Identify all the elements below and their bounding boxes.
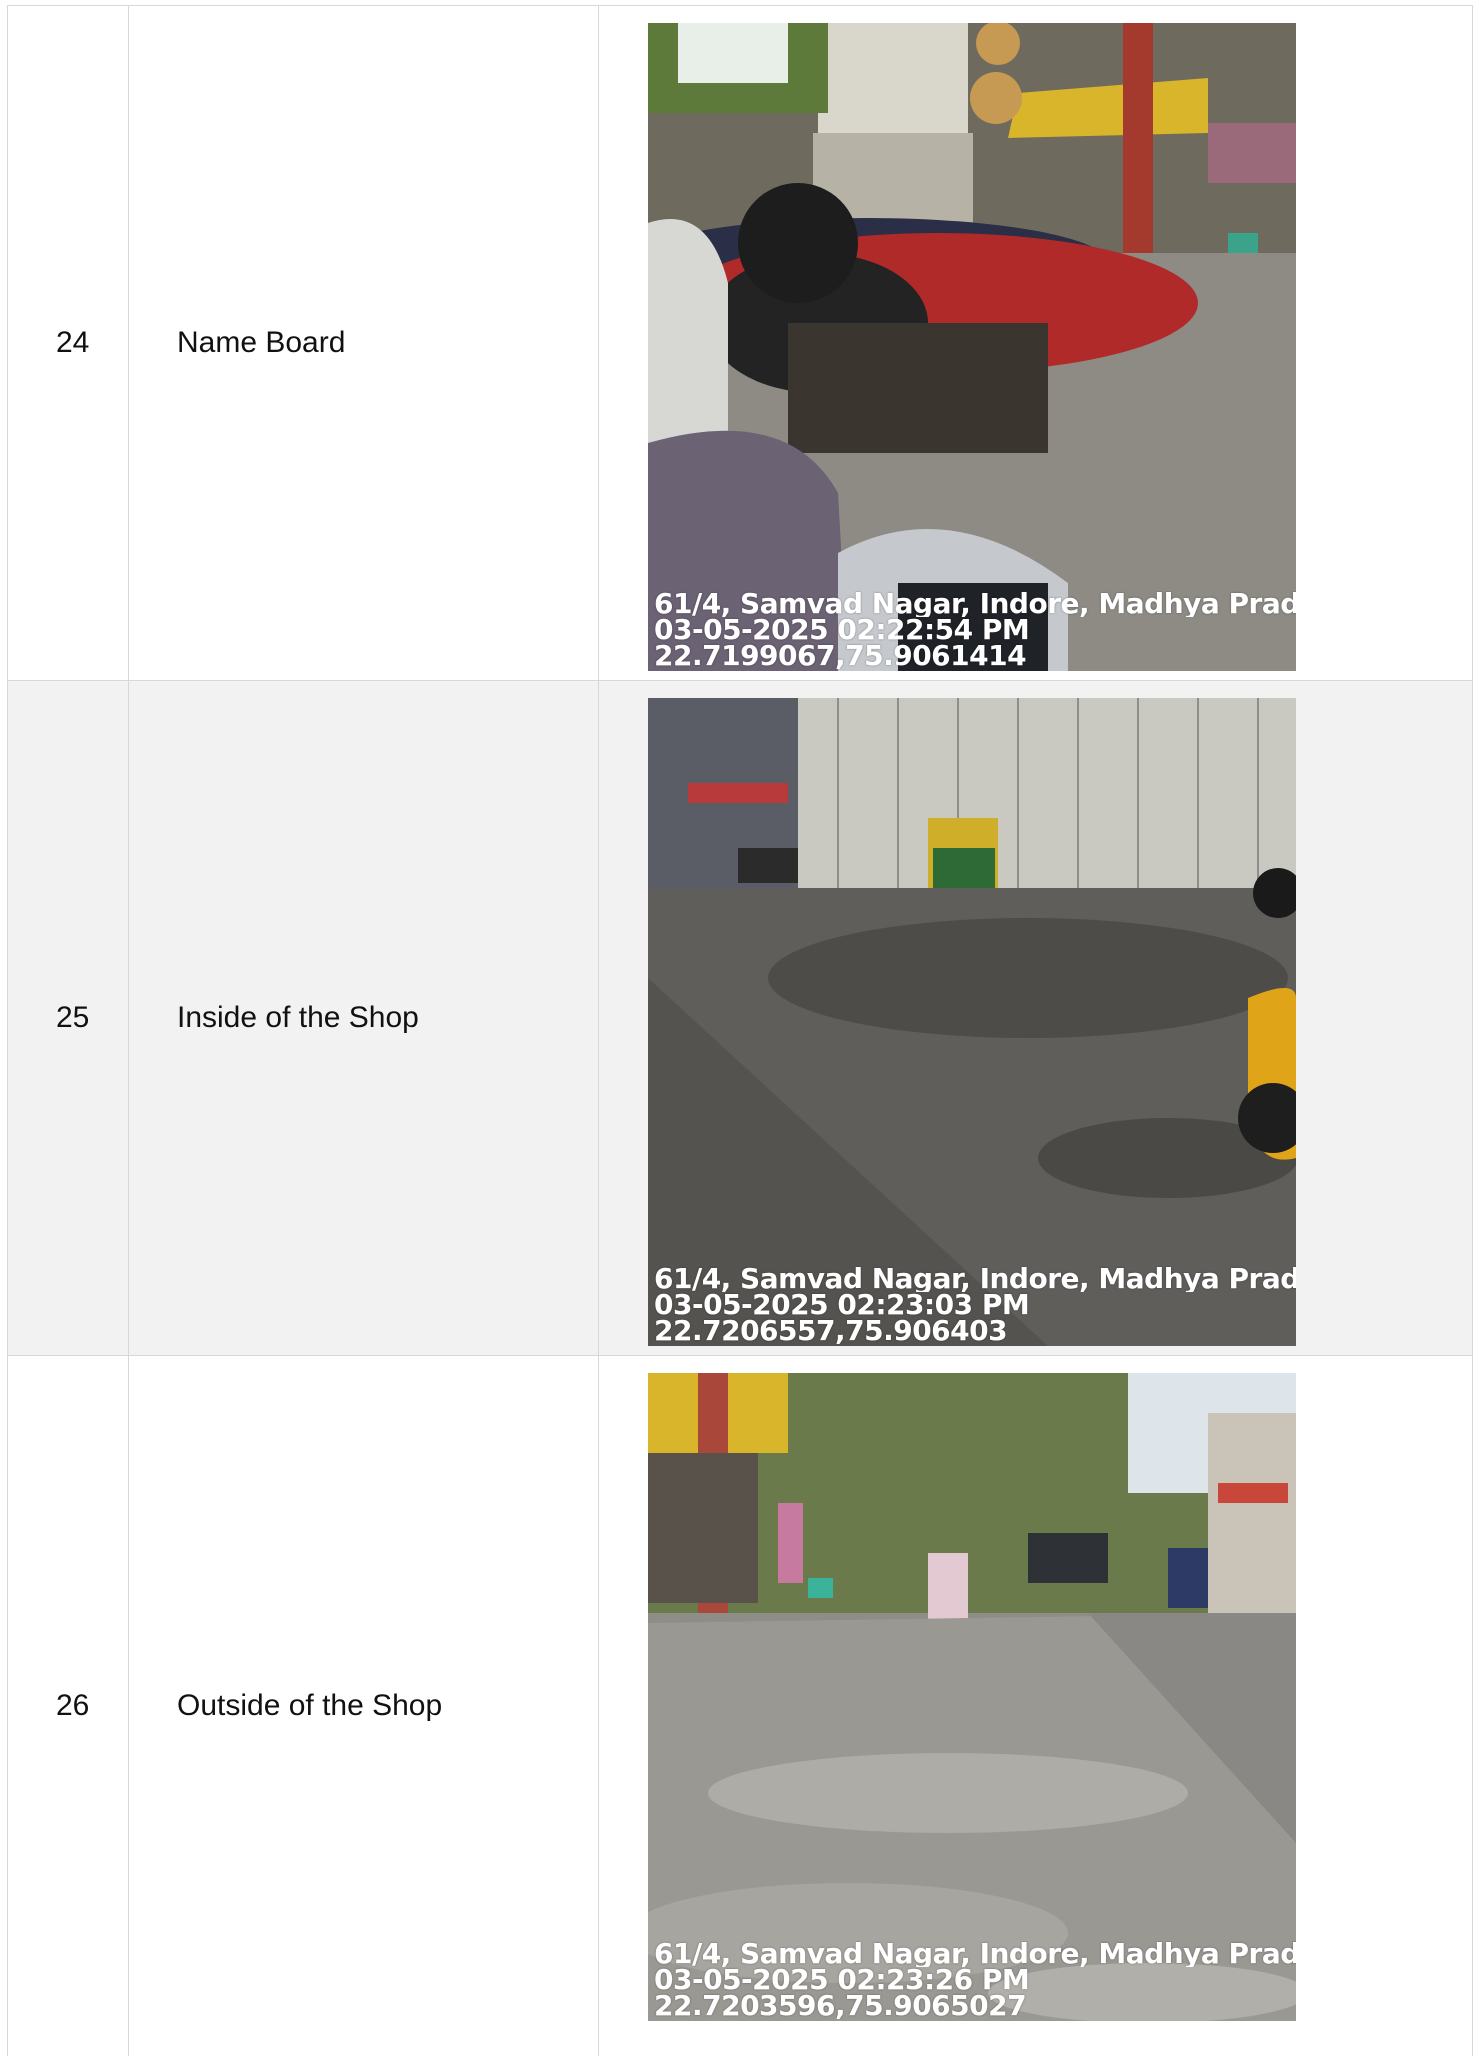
photo-geo-stamp: 61/4, Samvad Nagar, Indore, Madhya Prade… [654,591,1296,669]
stamp-datetime: 03-05-2025 02:22:54 PM [654,617,1030,643]
photo-street-view [648,1373,1296,2021]
photo-cell: 61/4, Samvad Nagar, Indore, Madhya Prade… [599,681,1472,1355]
photo-motorcycles-street [648,23,1296,671]
stamp-coords: 22.7203596,75.9065027 [654,1993,1027,2019]
table-row: 25 Inside of the Shop 61/4, Samvad Nagar… [7,681,1473,1356]
stamp-address: 61/4, Samvad Nagar, Indore, Madhya Prade… [654,1941,1296,1967]
stamp-coords: 22.7206557,75.906403 [654,1318,1008,1344]
stamp-address: 61/4, Samvad Nagar, Indore, Madhya Prade… [654,591,1296,617]
stamp-coords: 22.7199067,75.9061414 [654,643,1027,669]
row-label: Inside of the Shop [129,681,599,1355]
row-number: 26 [8,1356,129,2056]
row-number: 24 [8,6,129,680]
photo-cell: 61/4, Samvad Nagar, Indore, Madhya Prade… [599,6,1472,680]
site-photo-outside-shop[interactable]: 61/4, Samvad Nagar, Indore, Madhya Prade… [648,1373,1296,2021]
photo-geo-stamp: 61/4, Samvad Nagar, Indore, Madhya Prade… [654,1266,1296,1344]
row-number: 25 [8,681,129,1355]
survey-photo-table: 24 Name Board 61/4, Samvad Nagar, Indore… [7,5,1473,2056]
photo-road-wall [648,698,1296,1346]
row-label: Outside of the Shop [129,1356,599,2056]
stamp-address: 61/4, Samvad Nagar, Indore, Madhya Prade… [654,1266,1296,1292]
stamp-datetime: 03-05-2025 02:23:03 PM [654,1292,1030,1318]
table-row: 26 Outside of the Shop 61/4, Samvad Naga… [7,1356,1473,2056]
photo-geo-stamp: 61/4, Samvad Nagar, Indore, Madhya Prade… [654,1941,1296,2019]
table-row: 24 Name Board 61/4, Samvad Nagar, Indore… [7,6,1473,681]
photo-cell: 61/4, Samvad Nagar, Indore, Madhya Prade… [599,1356,1472,2056]
site-photo-inside-shop[interactable]: 61/4, Samvad Nagar, Indore, Madhya Prade… [648,698,1296,1346]
stamp-datetime: 03-05-2025 02:23:26 PM [654,1967,1030,1993]
row-label: Name Board [129,6,599,680]
site-photo-name-board[interactable]: 61/4, Samvad Nagar, Indore, Madhya Prade… [648,23,1296,671]
